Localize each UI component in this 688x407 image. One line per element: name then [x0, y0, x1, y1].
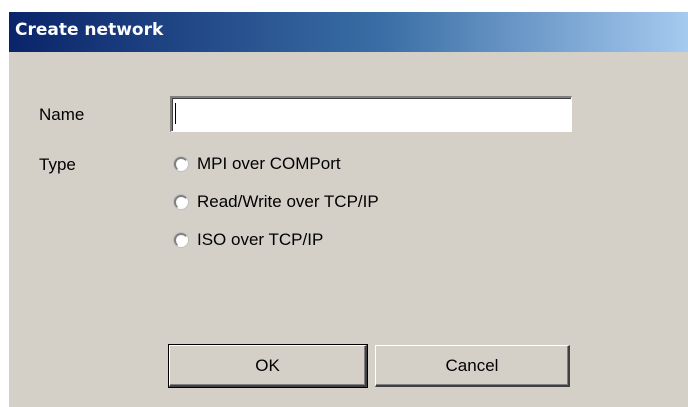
name-input[interactable]	[170, 96, 572, 132]
radio-option-read-write[interactable]: Read/Write over TCP/IP	[174, 190, 379, 214]
radio-label-read-write: Read/Write over TCP/IP	[197, 192, 379, 211]
create-network-dialog: Create network Name Type MPI over COMPor…	[8, 12, 688, 407]
window-title: Create network	[15, 20, 164, 40]
radio-label-iso: ISO over TCP/IP	[197, 230, 324, 249]
text-caret	[175, 103, 176, 124]
radio-option-iso[interactable]: ISO over TCP/IP	[174, 228, 323, 252]
radio-button-mpi[interactable]	[174, 157, 188, 171]
type-label: Type	[39, 155, 76, 174]
title-bar[interactable]: Create network	[9, 12, 688, 52]
name-label: Name	[39, 105, 85, 124]
cancel-button[interactable]: Cancel	[375, 345, 570, 387]
radio-option-mpi[interactable]: MPI over COMPort	[174, 152, 341, 176]
ok-button[interactable]: OK	[168, 344, 368, 388]
radio-button-iso[interactable]	[174, 233, 188, 247]
radio-label-mpi: MPI over COMPort	[197, 154, 341, 173]
radio-button-read-write[interactable]	[174, 195, 188, 209]
